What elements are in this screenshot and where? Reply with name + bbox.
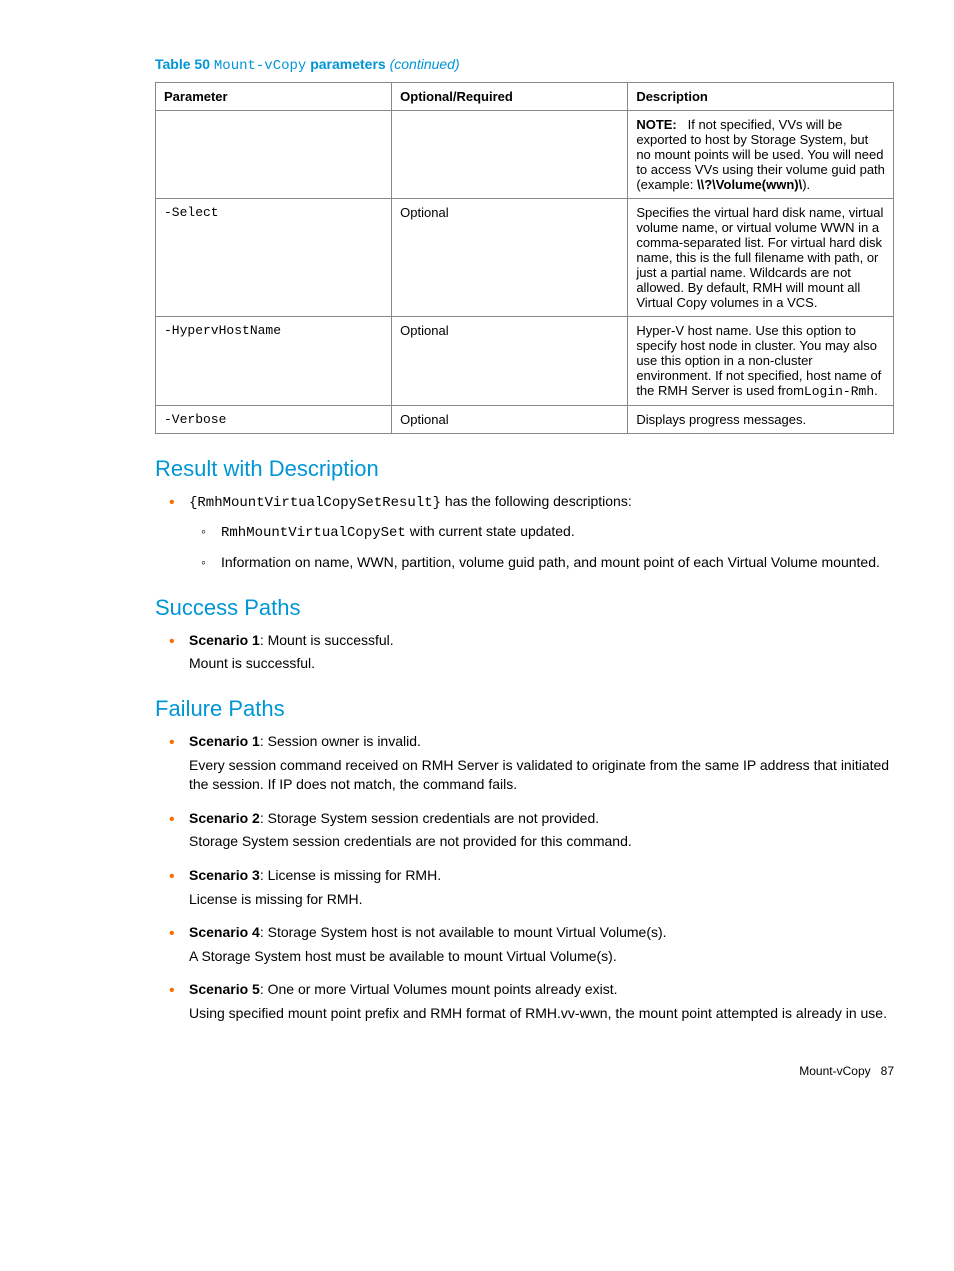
cell-optreq [392,111,628,199]
note-close: ). [802,177,810,192]
table-continued: (continued) [390,56,460,72]
note-mono: \\?\Volume(wwn)\ [697,177,802,192]
scenario-body: Using specified mount point prefix and R… [189,1004,894,1024]
footer-page: 87 [881,1064,894,1078]
footer-section: Mount-vCopy [799,1064,870,1078]
table-row: -Verbose Optional Displays progress mess… [156,406,894,434]
cell-param [156,111,392,199]
scenario-label: Scenario 5 [189,981,260,997]
desc-mono: Login-Rmh [804,384,874,399]
result-mono: {RmhMountVirtualCopySetResult} [189,495,441,511]
cell-param: -Verbose [156,406,392,434]
cell-optreq: Optional [392,199,628,317]
page-content: Table 50 Mount-vCopy parameters (continu… [0,0,954,1108]
cell-desc: Hyper-V host name. Use this option to sp… [628,317,894,406]
sub-mono: RmhMountVirtualCopySet [221,525,406,541]
list-item: Scenario 4: Storage System host is not a… [155,923,894,966]
col-optreq: Optional/Required [392,83,628,111]
table-caption: Table 50 Mount-vCopy parameters (continu… [155,56,894,74]
list-item: Scenario 2: Storage System session crede… [155,809,894,852]
scenario-label: Scenario 3 [189,867,260,883]
cell-desc: Displays progress messages. [628,406,894,434]
desc-post: . [874,383,878,398]
list-item: Scenario 5: One or more Virtual Volumes … [155,980,894,1023]
scenario-body: Storage System session credentials are n… [189,832,894,852]
result-rest: has the following descriptions: [441,493,632,509]
cell-optreq: Optional [392,406,628,434]
list-item: Scenario 3: License is missing for RMH. … [155,866,894,909]
table-row: -Select Optional Specifies the virtual h… [156,199,894,317]
cell-optreq: Optional [392,317,628,406]
scenario-label: Scenario 1 [189,632,260,648]
table-param-word: parameters [310,56,386,72]
scenario-body: Mount is successful. [189,654,894,674]
scenario-head: : Storage System host is not available t… [260,924,667,940]
scenario-body: License is missing for RMH. [189,890,894,910]
cell-param: -Select [156,199,392,317]
scenario-head: : One or more Virtual Volumes mount poin… [260,981,618,997]
table-header-row: Parameter Optional/Required Description [156,83,894,111]
scenario-label: Scenario 4 [189,924,260,940]
col-description: Description [628,83,894,111]
sub-rest: with current state updated. [406,523,575,539]
cell-desc: Specifies the virtual hard disk name, vi… [628,199,894,317]
result-list: {RmhMountVirtualCopySetResult} has the f… [155,492,894,573]
failure-list: Scenario 1: Session owner is invalid. Ev… [155,732,894,1024]
heading-result: Result with Description [155,456,894,482]
list-item: {RmhMountVirtualCopySetResult} has the f… [155,492,894,573]
list-item: Information on name, WWN, partition, vol… [189,553,894,573]
list-item: Scenario 1: Mount is successful. Mount i… [155,631,894,674]
scenario-body: A Storage System host must be available … [189,947,894,967]
scenario-head: : Storage System session credentials are… [260,810,599,826]
table-command: Mount-vCopy [214,58,306,74]
table-row: -HypervHostName Optional Hyper-V host na… [156,317,894,406]
scenario-label: Scenario 1 [189,733,260,749]
col-parameter: Parameter [156,83,392,111]
parameters-table: Parameter Optional/Required Description … [155,82,894,434]
scenario-head: : Session owner is invalid. [260,733,421,749]
scenario-head: : Mount is successful. [260,632,394,648]
list-item: Scenario 1: Session owner is invalid. Ev… [155,732,894,795]
note-label: NOTE: [636,117,676,132]
result-sublist: RmhMountVirtualCopySet with current stat… [189,522,894,573]
page-footer: Mount-vCopy 87 [155,1064,894,1078]
cell-param: -HypervHostName [156,317,392,406]
scenario-label: Scenario 2 [189,810,260,826]
success-list: Scenario 1: Mount is successful. Mount i… [155,631,894,674]
heading-failure: Failure Paths [155,696,894,722]
scenario-body: Every session command received on RMH Se… [189,756,894,795]
table-number: Table 50 [155,56,210,72]
scenario-head: : License is missing for RMH. [260,867,441,883]
table-row: NOTE: If not specified, VVs will be expo… [156,111,894,199]
cell-desc: NOTE: If not specified, VVs will be expo… [628,111,894,199]
list-item: RmhMountVirtualCopySet with current stat… [189,522,894,544]
heading-success: Success Paths [155,595,894,621]
